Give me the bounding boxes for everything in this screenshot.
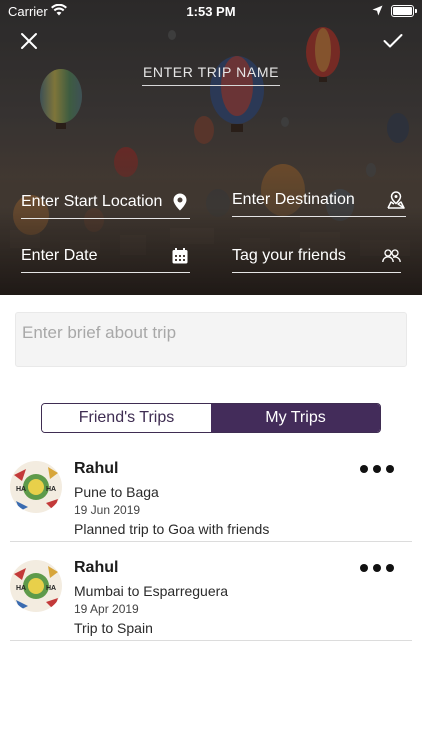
destination-label: Enter Destination	[232, 190, 355, 208]
destination-map-icon	[386, 190, 406, 210]
more-dot-icon	[373, 465, 381, 473]
trip-user-name: Rahul	[74, 559, 119, 576]
trips-segmented-control: Friend's Trips My Trips	[41, 403, 381, 433]
trip-date: 19 Apr 2019	[74, 602, 139, 616]
checkmark-icon	[383, 34, 403, 48]
destination-field[interactable]: Enter Destination	[232, 183, 406, 217]
svg-text:HA: HA	[46, 486, 56, 493]
tag-friends-field[interactable]: Tag your friends	[232, 239, 401, 273]
date-field[interactable]: Enter Date	[21, 239, 190, 273]
svg-text:HA: HA	[16, 486, 26, 493]
start-location-field[interactable]: Enter Start Location	[21, 185, 190, 219]
more-options-button[interactable]	[360, 559, 394, 577]
tab-my-trips[interactable]: My Trips	[211, 404, 380, 432]
avatar: HA HA	[10, 560, 62, 612]
start-location-label: Enter Start Location	[21, 192, 163, 210]
more-dot-icon	[373, 564, 381, 572]
date-label: Enter Date	[21, 246, 98, 264]
more-dot-icon	[360, 564, 368, 572]
trip-route: Pune to Baga	[74, 484, 159, 500]
location-arrow-icon	[372, 4, 383, 19]
battery-icon	[391, 5, 417, 17]
confirm-button[interactable]	[378, 26, 408, 56]
tab-friends-trips[interactable]: Friend's Trips	[42, 404, 211, 432]
trip-name-input[interactable]: ENTER TRIP NAME	[142, 64, 280, 86]
map-pin-icon	[170, 192, 190, 212]
friends-icon	[381, 246, 401, 266]
trip-list-item[interactable]: HA HA Rahul Pune to Baga 19 Jun 2019 Pla…	[10, 446, 412, 542]
more-dot-icon	[386, 564, 394, 572]
tag-friends-label: Tag your friends	[232, 246, 346, 264]
trip-description: Trip to Spain	[74, 620, 153, 636]
status-bar: Carrier 1:53 PM	[0, 0, 422, 22]
trip-list-item[interactable]: HA HA Rahul Mumbai to Esparreguera 19 Ap…	[10, 545, 412, 641]
svg-text:HA: HA	[16, 585, 26, 592]
trip-description: Planned trip to Goa with friends	[74, 521, 270, 537]
more-dot-icon	[360, 465, 368, 473]
hero-banner: Carrier 1:53 PM ENTER TRIP NAME Enter St…	[0, 0, 422, 295]
trip-user-name: Rahul	[74, 460, 119, 477]
avatar: HA HA	[10, 461, 62, 513]
trip-date: 19 Jun 2019	[74, 503, 141, 517]
close-icon	[21, 33, 37, 49]
status-time: 1:53 PM	[186, 4, 236, 19]
trip-route: Mumbai to Esparreguera	[74, 583, 229, 599]
more-options-button[interactable]	[360, 460, 394, 478]
svg-text:HA: HA	[46, 585, 56, 592]
calendar-icon	[170, 246, 190, 266]
trip-brief-input[interactable]: Enter brief about trip	[15, 312, 407, 367]
close-button[interactable]	[14, 26, 44, 56]
more-dot-icon	[386, 465, 394, 473]
